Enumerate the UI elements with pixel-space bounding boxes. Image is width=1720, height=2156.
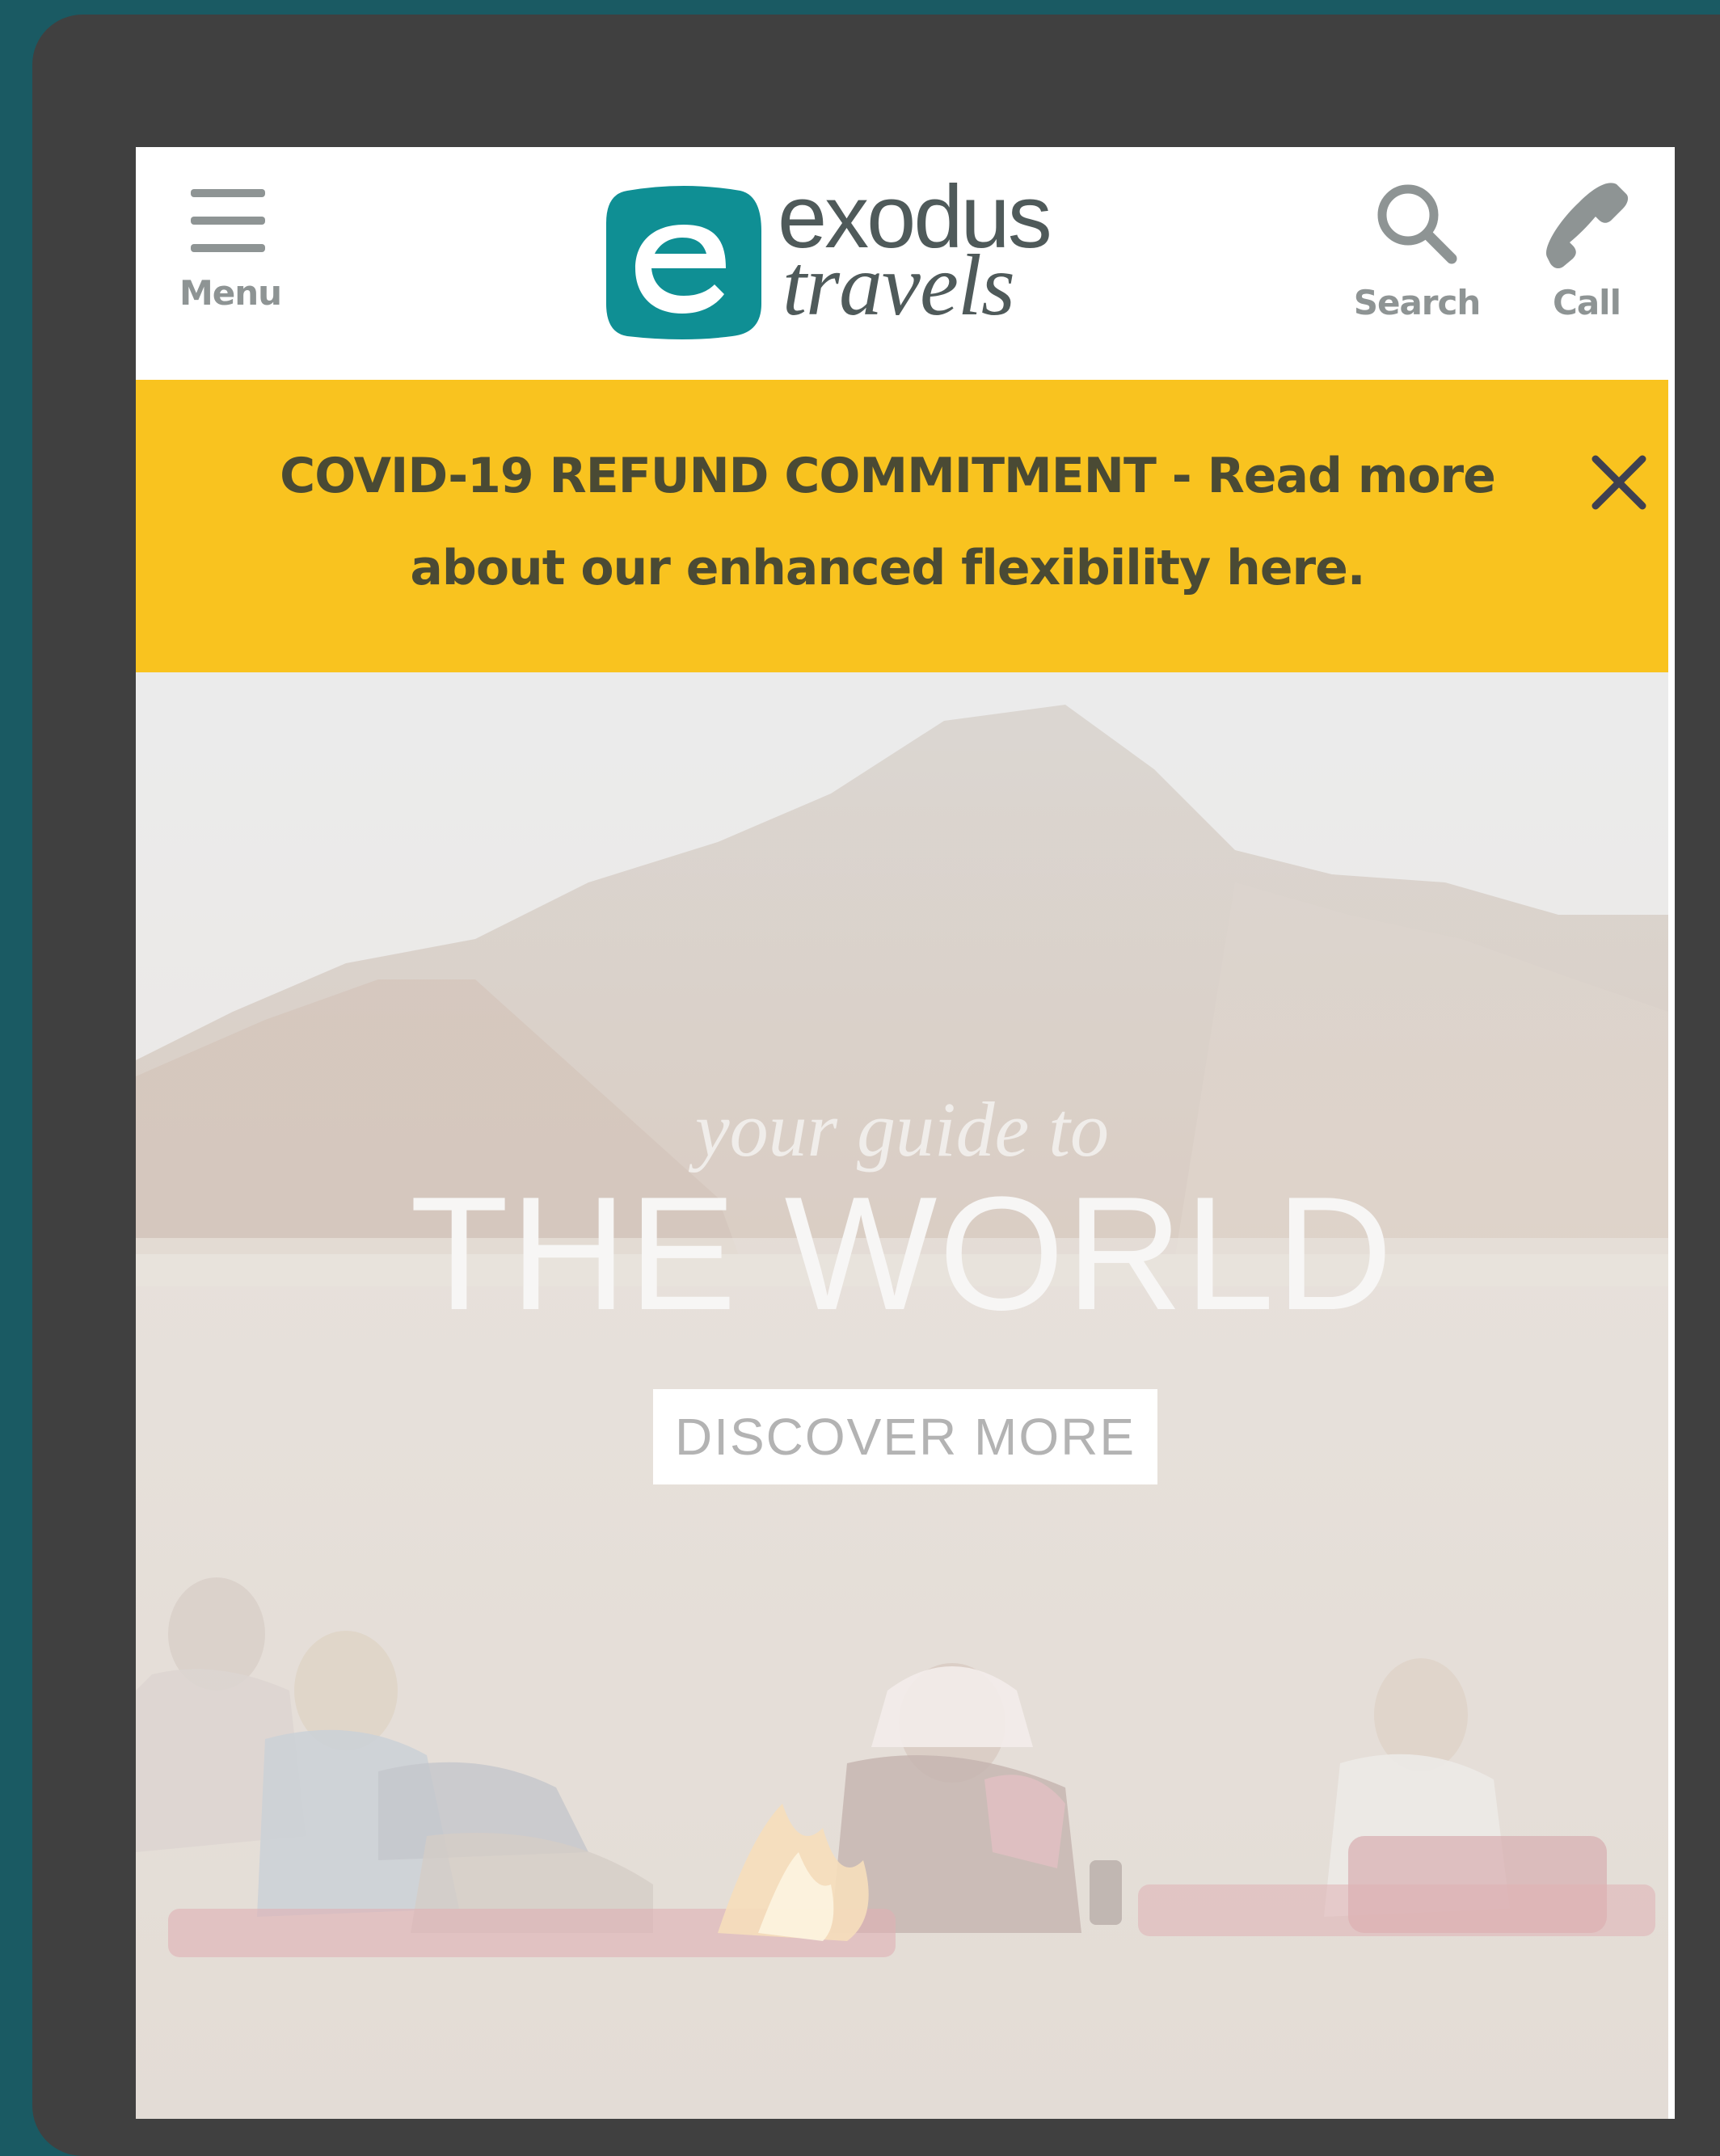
exodus-logo-mark-icon (606, 186, 761, 339)
close-icon[interactable] (1587, 451, 1652, 516)
call-button[interactable]: Call (1534, 179, 1639, 333)
menu-button[interactable]: Menu (179, 186, 282, 331)
call-label: Call (1553, 283, 1621, 322)
hero-tagline: your guide to (695, 1086, 1109, 1173)
hero-heading: THE WORLD (410, 1164, 1394, 1344)
site-header: Menu exodus travels Search Call (136, 147, 1675, 380)
search-label: Search (1353, 283, 1482, 322)
hero-section: your guide to THE WORLD DISCOVER MORE (136, 672, 1668, 2119)
banner-message[interactable]: COVID-19 REFUND COMMITMENT - Read more a… (184, 430, 1591, 614)
logo-text-travels: travels (782, 238, 1015, 334)
search-button[interactable]: Search (1340, 179, 1494, 333)
search-icon (1377, 184, 1457, 264)
banner-line-2: about our enhanced flexibility here. (410, 540, 1365, 596)
hamburger-icon (191, 189, 265, 252)
phone-icon (1546, 183, 1629, 268)
discover-more-button[interactable]: DISCOVER MORE (653, 1389, 1157, 1484)
covid-refund-banner[interactable]: COVID-19 REFUND COMMITMENT - Read more a… (136, 380, 1668, 672)
menu-label: Menu (179, 273, 282, 313)
site-logo[interactable]: exodus travels (603, 173, 1056, 339)
phone-screen: Menu exodus travels Search Call COVID-19… (136, 147, 1675, 2119)
banner-line-1: COVID-19 REFUND COMMITMENT - Read more (280, 448, 1496, 504)
